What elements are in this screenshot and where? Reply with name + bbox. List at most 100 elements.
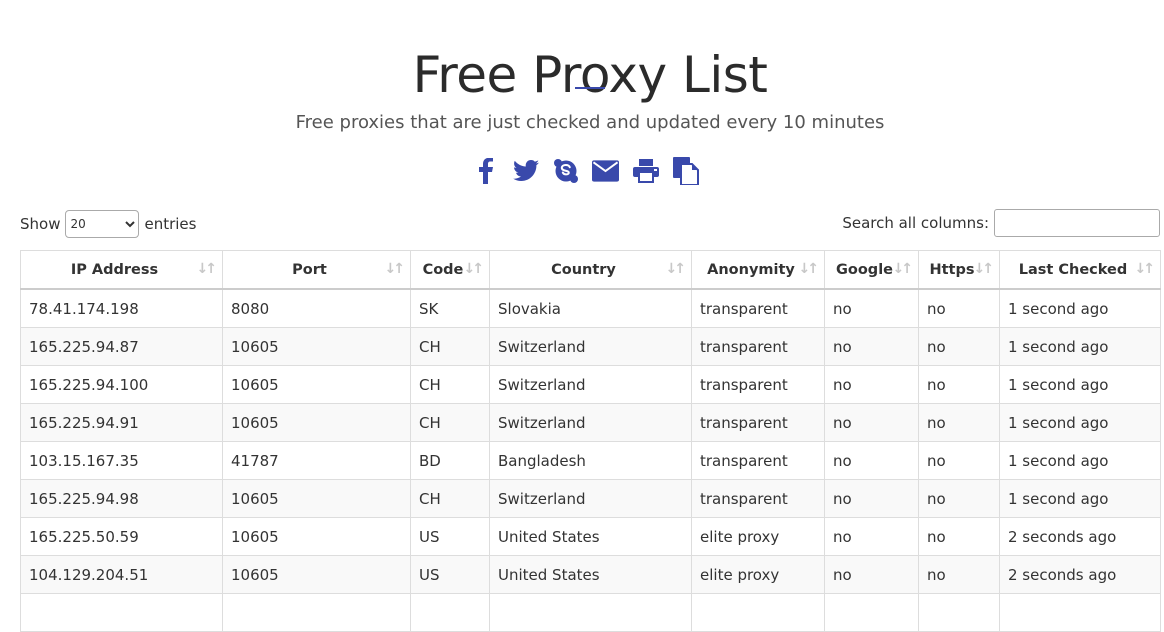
table-cell: 1 second ago (999, 479, 1161, 518)
copy-icon[interactable] (672, 157, 699, 185)
table-cell: no (918, 327, 1000, 366)
table-cell (999, 593, 1161, 632)
table-cell: 41787 (222, 441, 411, 480)
skype-icon[interactable] (552, 158, 579, 185)
table-cell: no (824, 441, 919, 480)
search-input[interactable] (994, 209, 1160, 237)
column-header[interactable]: Google ↓↑ (824, 250, 919, 290)
table-cell: United States (489, 517, 692, 556)
table-cell: 78.41.174.198 (20, 288, 223, 328)
table-row: 165.225.94.91 10605 CH Switzerland transpare… (20, 403, 1161, 442)
table-cell (222, 593, 411, 632)
table-cell: US (410, 555, 490, 594)
table-cell: Slovakia (489, 288, 692, 328)
table-cell: no (918, 479, 1000, 518)
table-cell: Switzerland (489, 479, 692, 518)
column-header-label: Port (292, 261, 327, 278)
column-header-label: IP Address (70, 261, 159, 278)
table-cell: 10605 (222, 403, 411, 442)
table-body: 78.41.174.198 8080 SK Slovakia transparent no… (20, 288, 1161, 632)
facebook-icon[interactable] (472, 158, 499, 185)
page-title: Free Proxy List (412, 45, 768, 104)
table-cell: no (824, 479, 919, 518)
table-row: 103.15.167.35 41787 BD Bangladesh transparen… (20, 441, 1161, 480)
table-cell: 10605 (222, 365, 411, 404)
table-cell (489, 593, 692, 632)
table-cell (824, 593, 919, 632)
table-cell: elite proxy (691, 517, 825, 556)
table-cell: 165.225.94.87 (20, 327, 223, 366)
table-row: 165.225.94.98 10605 CH Switzerland transpare… (20, 479, 1161, 518)
page-subtitle: Free proxies that are just checked and u… (295, 112, 885, 133)
sort-icon[interactable]: ↓↑ (666, 261, 687, 277)
table-cell: CH (410, 479, 490, 518)
table-cell (410, 593, 490, 632)
sort-icon[interactable]: ↓↑ (464, 261, 485, 277)
column-header-label: Anonymity (707, 261, 795, 278)
column-header-label: Country (551, 261, 616, 278)
table-cell: no (824, 288, 919, 328)
table-cell: 165.225.94.91 (20, 403, 223, 442)
table-cell: 10605 (222, 555, 411, 594)
table-cell: Switzerland (489, 365, 692, 404)
table-cell: transparent (691, 441, 825, 480)
column-header[interactable]: Port ↓↑ (222, 250, 411, 290)
table-cell: 1 second ago (999, 365, 1161, 404)
column-header[interactable]: Code ↓↑ (410, 250, 490, 290)
table-cell: 10605 (222, 327, 411, 366)
table-cell: 1 second ago (999, 403, 1161, 442)
table-cell: 8080 (222, 288, 411, 328)
email-icon[interactable] (592, 158, 619, 185)
sort-icon[interactable]: ↓↑ (1135, 261, 1156, 277)
title-divider (575, 87, 605, 89)
table-cell: 103.15.167.35 (20, 441, 223, 480)
search-control: Search all columns: (842, 209, 1160, 237)
column-header-label: Last Checked (1018, 261, 1128, 278)
column-header-label: Https (929, 261, 975, 278)
sort-icon[interactable]: ↓↑ (893, 261, 914, 277)
table-cell: 2 seconds ago (999, 555, 1161, 594)
sort-icon[interactable]: ↓↑ (974, 261, 995, 277)
table-cell: US (410, 517, 490, 556)
table-cell: transparent (691, 365, 825, 404)
sort-icon[interactable]: ↓↑ (799, 261, 820, 277)
show-label: Show (20, 215, 61, 233)
table-row: 165.225.94.87 10605 CH Switzerland transpare… (20, 327, 1161, 366)
table-cell: no (824, 517, 919, 556)
table-cell: transparent (691, 479, 825, 518)
table-cell: Switzerland (489, 327, 692, 366)
table-row: 78.41.174.198 8080 SK Slovakia transparent no… (20, 288, 1161, 328)
share-bar (472, 156, 699, 186)
table-cell: no (918, 517, 1000, 556)
table-cell: no (824, 555, 919, 594)
table-row: 104.129.204.51 10605 US United States elite … (20, 555, 1161, 594)
entries-label: entries (144, 215, 197, 233)
entries-select[interactable]: 20 (65, 210, 140, 238)
table-cell: no (824, 327, 919, 366)
table-cell: no (918, 403, 1000, 442)
column-header[interactable]: Https ↓↑ (918, 250, 1000, 290)
column-header[interactable]: IP Address ↓↑ (20, 250, 223, 290)
table-row (20, 593, 1161, 632)
table-cell: no (918, 365, 1000, 404)
column-header[interactable]: Last Checked ↓↑ (999, 250, 1161, 290)
table-cell: 1 second ago (999, 441, 1161, 480)
sort-icon[interactable]: ↓↑ (385, 261, 406, 277)
sort-icon[interactable]: ↓↑ (197, 261, 218, 277)
table-cell: 165.225.94.98 (20, 479, 223, 518)
table-cell: SK (410, 288, 490, 328)
twitter-icon[interactable] (512, 158, 539, 185)
table-cell: 2 seconds ago (999, 517, 1161, 556)
table-cell: no (918, 441, 1000, 480)
table-cell: no (918, 555, 1000, 594)
column-header[interactable]: Country ↓↑ (489, 250, 692, 290)
column-header[interactable]: Anonymity ↓↑ (691, 250, 825, 290)
print-icon[interactable] (632, 158, 659, 185)
table-cell: Bangladesh (489, 441, 692, 480)
table-cell: transparent (691, 327, 825, 366)
table-cell: 10605 (222, 479, 411, 518)
table-cell: transparent (691, 288, 825, 328)
table-cell: no (824, 365, 919, 404)
table-cell (691, 593, 825, 632)
table-cell: CH (410, 365, 490, 404)
